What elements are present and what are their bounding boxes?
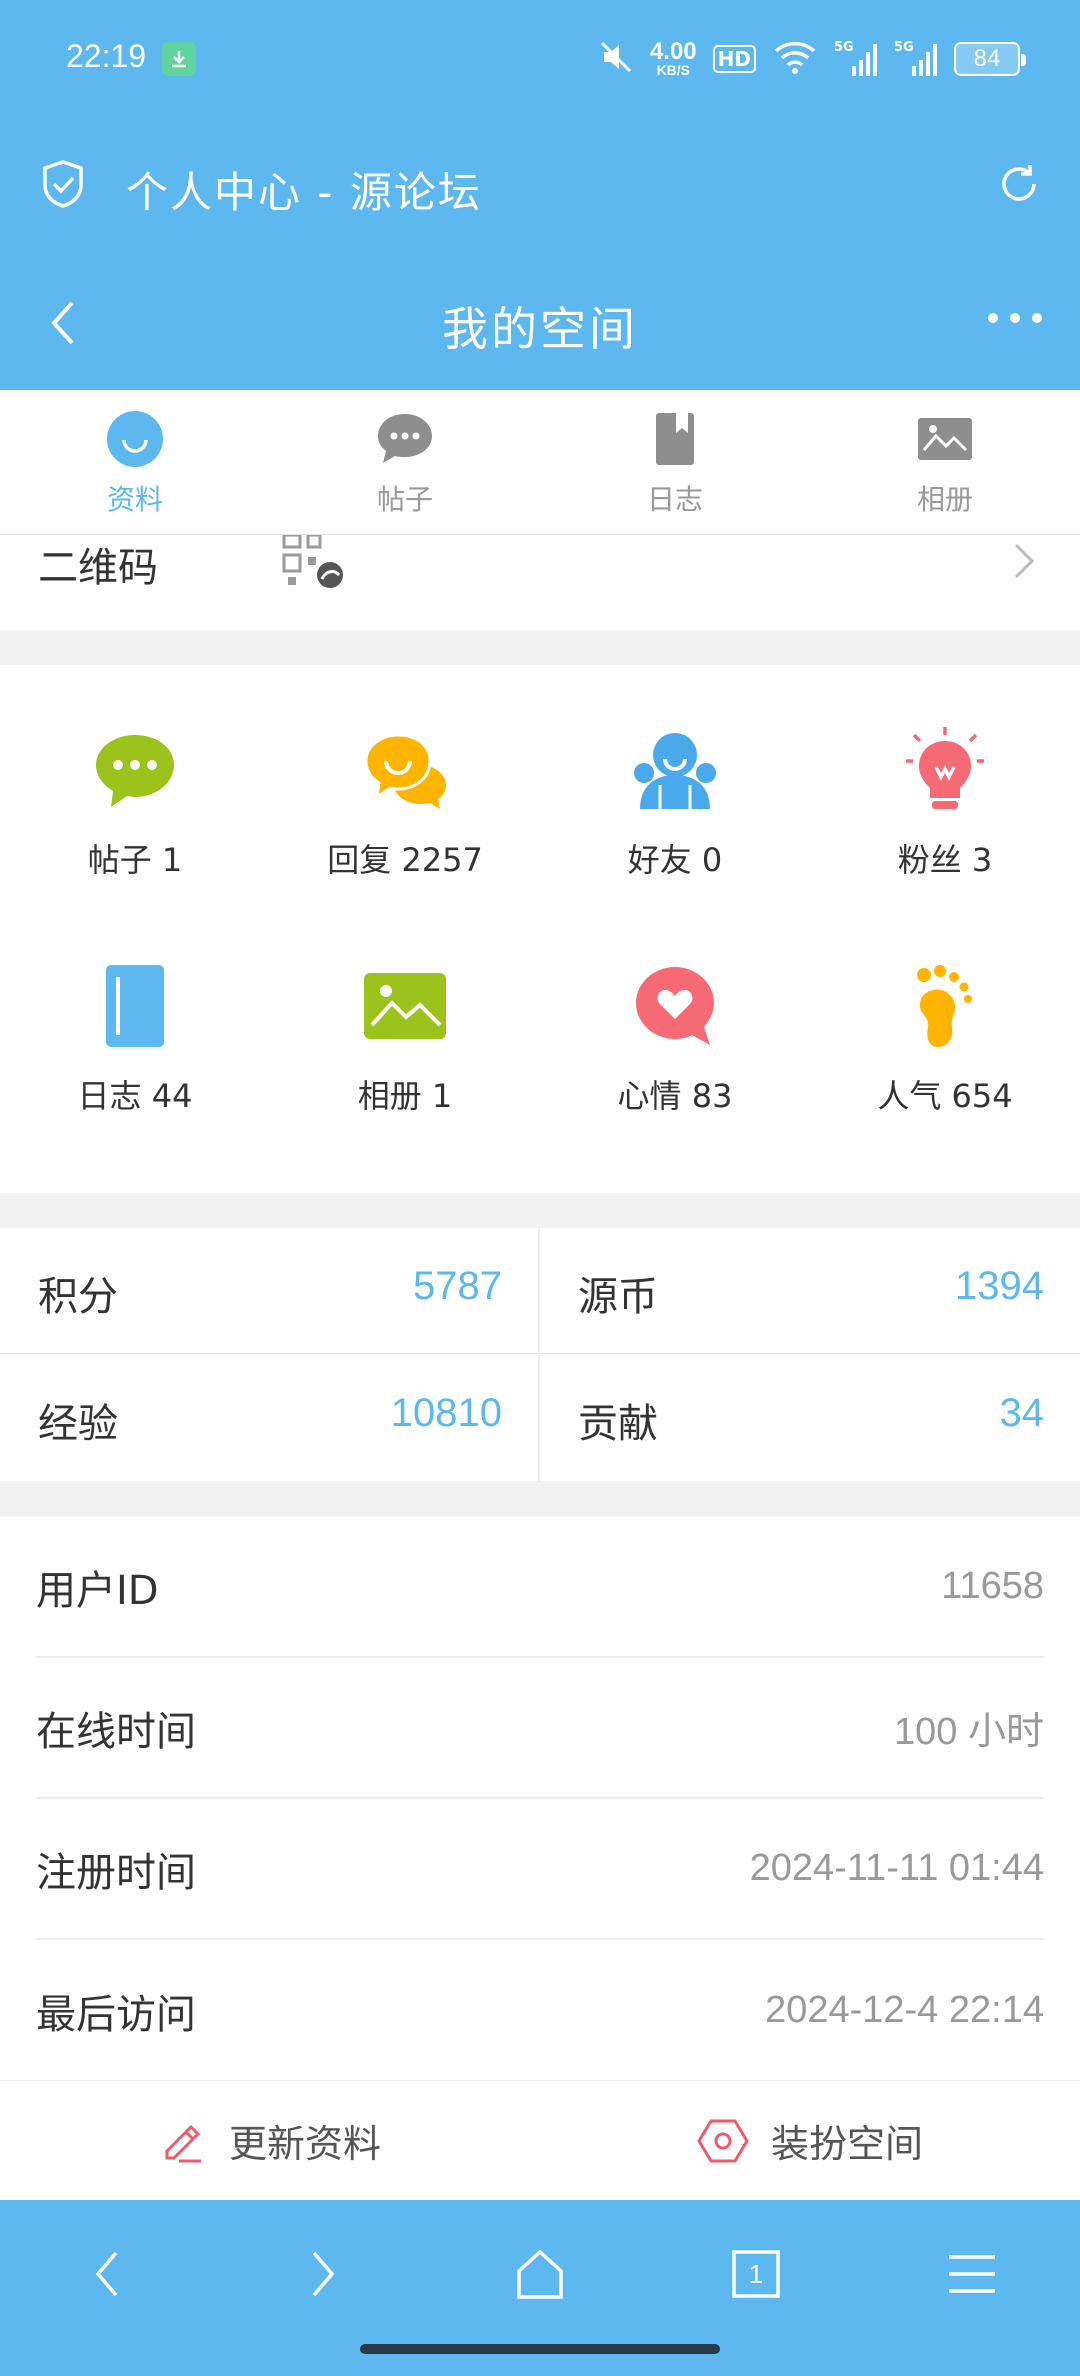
stat-key: 源币 [578, 1274, 658, 1320]
tab-profile[interactable]: 资料 [0, 390, 270, 534]
tab-count: 1 [748, 2258, 764, 2289]
signal-icon-1: 5G [834, 40, 878, 78]
net-speed: 4.00 KB/S [649, 38, 697, 78]
tab-posts[interactable]: 帖子 [270, 390, 540, 534]
chat-icon [378, 414, 432, 463]
qr-code-label: 二维码 [38, 545, 158, 591]
lightbulb-icon [906, 727, 984, 809]
tab-label: 日志 [646, 483, 703, 516]
image-icon [918, 418, 972, 460]
action-bar: 更新资料 装扮空间 [0, 2080, 1080, 2200]
info-value: 2024-11-11 01:44 [749, 1847, 1044, 1889]
browser-title-bar: 个人中心 - 源论坛 [0, 115, 1080, 255]
qr-code-icon [282, 533, 348, 595]
grid-label: 相册 1 [357, 1077, 453, 1115]
browser-home-icon[interactable] [500, 2234, 580, 2314]
stat-key: 经验 [38, 1400, 118, 1447]
info-value: 11658 [941, 1565, 1044, 1607]
status-time: 22:19 [66, 38, 147, 74]
grid-item-journal[interactable]: 日志 44 [0, 931, 270, 1167]
grid-item-popularity[interactable]: 人气 654 [810, 931, 1080, 1167]
tab-label: 帖子 [376, 483, 433, 516]
profile-tabs: 资料 帖子 日志 相册 [0, 390, 1080, 535]
page-title: 我的空间 [442, 302, 638, 356]
stats-panel: 积分 5787 源币 1394 经验 10810 贡献 34 [0, 1228, 1080, 1481]
stat-value: 1394 [955, 1264, 1044, 1308]
hexagon-settings-icon [697, 2119, 749, 2162]
grid-label: 粉丝 3 [897, 841, 993, 879]
grid-label: 日志 44 [77, 1077, 193, 1115]
grid-item-posts[interactable]: 帖子 1 [0, 695, 270, 931]
info-row-user-id: 用户ID 11658 [36, 1517, 1044, 1658]
info-row-last-visit: 最后访问 2024-12-4 22:14 [36, 1940, 1044, 2081]
grid-label: 回复 2257 [327, 841, 483, 879]
hd-badge: HD [712, 45, 756, 73]
tab-album[interactable]: 相册 [810, 390, 1080, 534]
battery-indicator: 84 [954, 42, 1026, 76]
grid-item-mood[interactable]: 心情 83 [540, 931, 810, 1167]
edit-icon [165, 2124, 201, 2162]
download-icon [162, 42, 196, 76]
info-key: 最后访问 [36, 1991, 196, 2038]
info-row-register-time: 注册时间 2024-11-11 01:44 [36, 1799, 1044, 1940]
wifi-icon [772, 39, 818, 79]
stat-value: 5787 [413, 1264, 502, 1308]
info-row-online-time: 在线时间 100 小时 [36, 1658, 1044, 1799]
browser-forward-icon[interactable] [282, 2234, 362, 2314]
notebook-icon [106, 965, 164, 1047]
chat-bubble-icon [96, 735, 174, 807]
stat-experience: 经验 10810 [0, 1354, 540, 1481]
grid-label: 人气 654 [877, 1077, 1013, 1115]
reply-bubbles-icon [364, 733, 446, 809]
mute-icon [598, 39, 634, 79]
tab-label: 资料 [106, 483, 163, 516]
smile-icon [107, 411, 163, 467]
browser-back-icon[interactable] [68, 2234, 148, 2314]
stat-coins: 源币 1394 [540, 1228, 1080, 1354]
tab-journal[interactable]: 日志 [540, 390, 810, 534]
stat-contribution: 贡献 34 [540, 1355, 1080, 1481]
chevron-right-icon [1012, 541, 1036, 585]
stat-points: 积分 5787 [0, 1228, 540, 1354]
info-key: 在线时间 [36, 1708, 196, 1755]
shield-icon[interactable] [40, 159, 86, 213]
browser-menu-icon[interactable] [932, 2234, 1012, 2314]
activity-grid: 帖子 1 回复 2257 好友 0 粉丝 3 日志 44 相册 1 心情 83 … [0, 665, 1080, 1193]
user-info-list: 用户ID 11658 在线时间 100 小时 注册时间 2024-11-11 0… [0, 1517, 1080, 2080]
friends-icon [634, 733, 716, 809]
qr-code-row[interactable]: 二维码 [0, 533, 1080, 630]
grid-item-replies[interactable]: 回复 2257 [270, 695, 540, 931]
home-indicator[interactable] [360, 2344, 720, 2354]
page-site-title: 个人中心 - 源论坛 [126, 168, 482, 217]
browser-tabs-button[interactable]: 1 [716, 2234, 796, 2314]
footprint-icon [917, 965, 972, 1047]
stat-value: 10810 [390, 1390, 502, 1435]
grid-label: 好友 0 [627, 841, 723, 879]
grid-label: 帖子 1 [87, 841, 183, 879]
stat-value: 34 [999, 1390, 1045, 1435]
signal-icon-2: 5G [894, 40, 938, 78]
heart-bubble-icon [636, 967, 714, 1045]
grid-item-friends[interactable]: 好友 0 [540, 695, 810, 931]
info-value: 2024-12-4 22:14 [765, 1989, 1044, 2031]
info-value: 100 小时 [894, 1711, 1044, 1753]
info-key: 注册时间 [36, 1849, 196, 1896]
update-profile-label: 更新资料 [228, 2122, 381, 2166]
tab-label: 相册 [916, 483, 973, 516]
grid-item-album[interactable]: 相册 1 [270, 931, 540, 1167]
stat-key: 积分 [38, 1274, 118, 1320]
grid-label: 心情 83 [617, 1077, 733, 1115]
more-icon[interactable] [986, 310, 1044, 329]
nav-bar: 我的空间 [0, 255, 1080, 390]
decorate-space-button[interactable]: 装扮空间 [540, 2081, 1080, 2200]
update-profile-button[interactable]: 更新资料 [0, 2081, 540, 2200]
grid-item-fans[interactable]: 粉丝 3 [810, 695, 1080, 931]
refresh-icon[interactable] [994, 159, 1044, 213]
decorate-space-label: 装扮空间 [770, 2122, 923, 2166]
photo-icon [364, 973, 446, 1039]
info-key: 用户ID [36, 1567, 159, 1614]
status-bar: 22:19 4.00 KB/S HD 5G 5G 84 [0, 0, 1080, 115]
book-icon [656, 413, 694, 465]
stat-key: 贡献 [578, 1400, 658, 1447]
